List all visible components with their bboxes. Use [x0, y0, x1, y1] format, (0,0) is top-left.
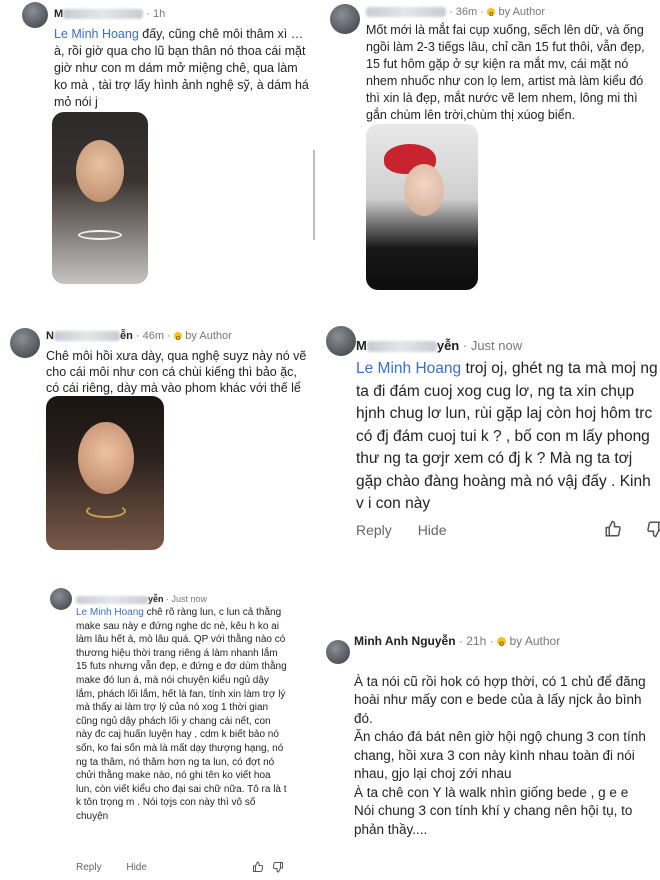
avatar[interactable]	[326, 640, 350, 664]
commenter-name-suffix: yễn	[436, 338, 460, 353]
commenter-name-suffix: ễn	[119, 330, 133, 342]
avatar[interactable]	[50, 588, 72, 610]
surprised-emoji-icon: o	[496, 637, 507, 648]
comment-meta: Minh Anh Nguyễn · 21h · o by Author	[354, 634, 560, 648]
comment-panel-4: Myễn · Just now Le Minh Hoang troj oj, g…	[322, 322, 660, 558]
redacted-name	[63, 9, 144, 20]
scroll-indicator	[313, 150, 315, 240]
photo-necklace	[78, 230, 122, 240]
mention-link[interactable]: Le Minh Hoang	[356, 360, 461, 377]
avatar[interactable]	[326, 326, 356, 356]
commenter-name[interactable]: N	[46, 330, 54, 342]
comment-body: Le Minh Hoang đấy, cũng chê môi thâm xì …	[54, 26, 309, 111]
mention-link[interactable]: Le Minh Hoang	[54, 27, 139, 41]
commenter-name[interactable]: Minh Anh Nguyễn	[354, 634, 456, 648]
avatar[interactable]	[22, 2, 48, 28]
comment-body: À ta nói cũ rồi hok có hợp thời, có 1 ch…	[354, 654, 660, 839]
thumbs-up-icon[interactable]	[604, 520, 622, 538]
comment-panel-3: Nễn · 46m · o by Author Chê môi hồi xưa …	[0, 320, 318, 560]
comment-text: troj oj, ghét ng ta mà moj ng ta đi đám …	[356, 360, 658, 512]
comment-photo[interactable]	[46, 396, 164, 550]
author-badge: by Author	[498, 6, 545, 18]
comment-time: · Just now	[462, 338, 523, 353]
comment-panel-2: · 36m · o by Author Mốt mới là mắt fai c…	[322, 0, 660, 300]
commenter-name[interactable]: M	[54, 8, 63, 20]
comment-actions: Reply Hide	[76, 862, 169, 873]
comment-text: Mốt mới là mắt fai cụp xuống, sếch lên d…	[366, 23, 645, 122]
thumbs-down-icon[interactable]	[272, 861, 284, 873]
thumbs-up-icon[interactable]	[252, 861, 264, 873]
surprised-emoji-icon: o	[486, 7, 496, 18]
comment-actions: Reply Hide	[356, 522, 468, 538]
comment-body: Mốt mới là mắt fai cụp xuống, sếch lên d…	[366, 22, 656, 124]
author-badge: by Author	[185, 330, 232, 342]
redacted-name	[53, 331, 120, 342]
commenter-name-suffix: yễn	[148, 594, 164, 604]
comment-time: · 46m ·	[135, 330, 171, 342]
commenter-name[interactable]: M	[356, 338, 367, 353]
comment-meta: Nễn · 46m · o by Author	[46, 330, 232, 342]
thumbs-down-icon[interactable]	[646, 520, 660, 538]
comment-panel-5: yễn · Just now Le Minh Hoang chê rõ ràng…	[40, 580, 290, 880]
photo-face	[404, 164, 444, 216]
comment-meta: Myễn · Just now	[356, 338, 522, 353]
photo-face	[78, 422, 134, 494]
surprised-emoji-icon: o	[173, 331, 183, 342]
comment-text: chê rõ ràng lun, c lun cả thằng make sau…	[76, 607, 287, 822]
comment-time: · 21h ·	[458, 634, 494, 648]
comment-text: Chê môi hồi xưa dày, qua nghệ suyz này n…	[46, 349, 307, 395]
comment-panel-6: Minh Anh Nguyễn · 21h · o by Author À ta…	[322, 622, 660, 880]
comment-text: À ta nói cũ rồi hok có hợp thời, có 1 ch…	[354, 673, 646, 837]
photo-necklace	[86, 504, 126, 518]
comment-body: Le Minh Hoang troj oj, ghét ng ta mà moj…	[356, 358, 658, 516]
comment-meta: yễn · Just now	[76, 594, 207, 604]
redacted-name	[366, 7, 446, 18]
hide-button[interactable]: Hide	[418, 522, 447, 538]
photo-face	[76, 140, 124, 202]
comment-panel-1: M · 1h Le Minh Hoang đấy, cũng chê môi t…	[0, 0, 318, 300]
mention-link[interactable]: Le Minh Hoang	[76, 607, 144, 618]
reply-button[interactable]: Reply	[356, 522, 392, 538]
redacted-name	[366, 340, 437, 353]
redacted-name	[76, 595, 148, 604]
comment-time: · Just now	[166, 594, 208, 604]
comment-meta: M · 1h	[54, 8, 165, 20]
comment-meta: · 36m · o by Author	[366, 6, 545, 18]
author-badge: by Author	[509, 634, 561, 648]
reply-button[interactable]: Reply	[76, 862, 102, 873]
avatar[interactable]	[10, 328, 40, 358]
comment-body: Chê môi hồi xưa dày, qua nghệ suyz này n…	[46, 348, 312, 396]
comment-photo[interactable]	[52, 112, 148, 284]
avatar[interactable]	[330, 4, 360, 34]
comment-time: · 36m ·	[449, 6, 484, 18]
hide-button[interactable]: Hide	[126, 862, 147, 873]
comment-photo[interactable]	[366, 124, 478, 290]
comment-body: Le Minh Hoang chê rõ ràng lun, c lun cả …	[76, 606, 288, 824]
comment-time: · 1h	[146, 8, 166, 20]
